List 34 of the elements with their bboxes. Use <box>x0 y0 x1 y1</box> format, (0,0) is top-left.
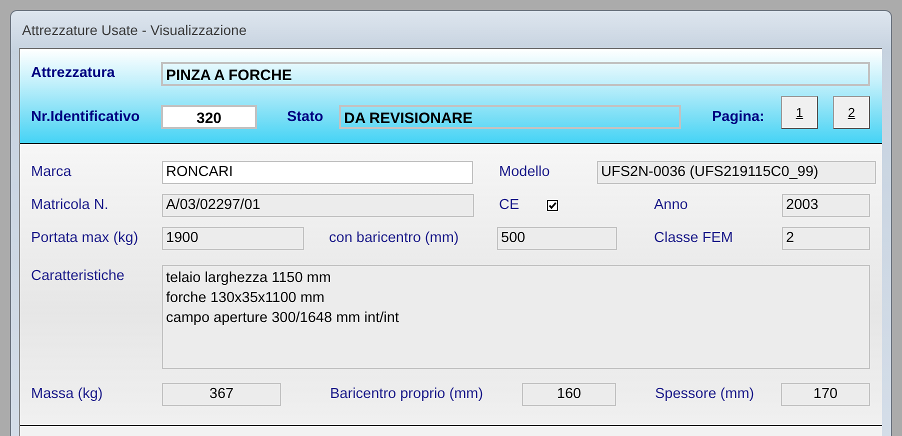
spessore-field[interactable]: 170 <box>781 383 870 406</box>
stato-field[interactable]: DA REVISIONARE <box>339 105 681 129</box>
field-label: Attrezzatura <box>31 64 116 83</box>
portata-field[interactable]: 1900 <box>162 227 304 250</box>
field-label: Nr.Identificativo <box>31 108 141 127</box>
field-label: con baricentro (mm) <box>329 229 460 248</box>
field-label: Anno <box>654 196 689 215</box>
caratteristiche-field[interactable]: telaio larghezza 1150 mm forche 130x35x1100 mm campo aperture 300/1648 mm int/int <box>162 265 870 369</box>
baricentro-field[interactable]: 500 <box>497 227 617 250</box>
field-label: Caratteristiche <box>31 267 126 286</box>
baricentro-proprio-field[interactable]: 160 <box>522 383 616 406</box>
page-button[interactable]: 1 <box>781 96 818 129</box>
field-label: Stato <box>287 108 324 127</box>
field-label: Massa (kg) <box>31 385 104 404</box>
matricola-field[interactable]: A/03/02297/01 <box>162 194 474 217</box>
identificativo-field[interactable]: 320 <box>161 105 257 129</box>
field-label: Classe FEM <box>654 229 734 248</box>
field-label: Baricentro proprio (mm) <box>330 385 484 404</box>
page-button[interactable]: 2 <box>833 96 870 129</box>
field-label: Portata max (kg) <box>31 229 140 248</box>
window-title: Attrezzature Usate - Visualizzazione <box>21 20 248 40</box>
field-label: Spessore (mm) <box>655 385 756 404</box>
anno-field[interactable]: 2003 <box>782 194 870 217</box>
classe-fem-field[interactable]: 2 <box>782 227 870 250</box>
field-label: Marca <box>31 163 72 182</box>
field-label: CE <box>499 196 520 215</box>
field-label: Matricola N. <box>31 196 110 215</box>
marca-field[interactable]: RONCARI <box>162 161 473 184</box>
massa-field[interactable]: 367 <box>162 383 281 406</box>
attrezzatura-field[interactable]: PINZA A FORCHE <box>161 62 870 86</box>
modello-field[interactable]: UFS2N-0036 (UFS219115C0_99) <box>597 161 876 184</box>
field-label: Modello <box>499 163 551 182</box>
field-label: Pagina: <box>712 108 766 127</box>
ce-checkbox[interactable] <box>547 200 558 211</box>
